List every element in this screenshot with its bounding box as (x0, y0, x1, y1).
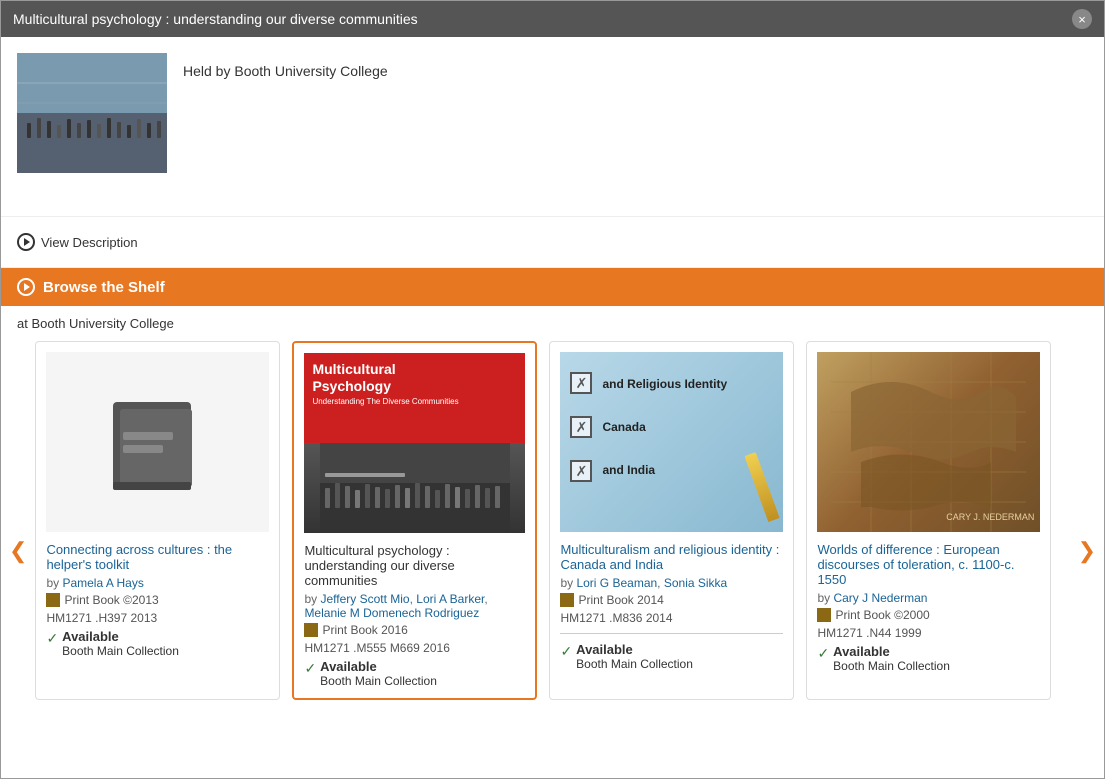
view-description-section: View Description (1, 217, 1104, 268)
held-by-text: Held by Booth University College (183, 63, 388, 79)
modal-container: Multicultural psychology : understanding… (0, 0, 1105, 779)
book-card-3: ✗ ✗ ✗ and Religious IdentityCanadaand In… (549, 341, 794, 700)
book-header-info: Held by Booth University College (183, 53, 388, 200)
format-icon-3 (560, 593, 574, 607)
worlds-cover: CARY J. NEDERMAN (817, 352, 1040, 532)
multicultural-cover: MulticulturalPsychology Understanding Th… (304, 353, 525, 533)
check-icon-3: ✓ (560, 643, 572, 660)
author-link-2-2[interactable]: Lori A Barker (416, 592, 484, 606)
author-line-1: by Pamela A Hays (46, 576, 269, 590)
cover-title-2: MulticulturalPsychology (312, 361, 517, 395)
availability-4: ✓ Available Booth Main Collection (817, 644, 1040, 673)
browse-shelf-bar: Browse the Shelf (1, 268, 1104, 306)
book-cover-main (17, 53, 167, 173)
pencil-shape (745, 452, 780, 522)
book-header: Held by Booth University College (1, 37, 1104, 217)
check-icon-2: ✓ (304, 660, 316, 677)
religious-cover-text: and Religious IdentityCanadaand India (602, 374, 727, 482)
call-number-1: HM1271 .H397 2013 (46, 611, 269, 625)
browse-shelf-icon (17, 278, 35, 296)
books-grid: Connecting across cultures : the helper'… (31, 341, 1073, 700)
cover-crowd-2 (304, 443, 525, 533)
author-line-2: by Jeffery Scott Mio, Lori A Barker, Mel… (304, 592, 525, 620)
checkbox-2: ✗ (570, 416, 592, 438)
book-card-cover-4: CARY J. NEDERMAN (817, 352, 1040, 532)
availability-info-4: Available Booth Main Collection (833, 644, 950, 673)
checkboxes-area: ✗ ✗ ✗ (570, 372, 592, 482)
book-card-cover-3: ✗ ✗ ✗ and Religious IdentityCanadaand In… (560, 352, 783, 532)
browse-shelf-label: Browse the Shelf (43, 279, 165, 296)
collection-text-4: Booth Main Collection (833, 659, 950, 673)
author-line-3: by Lori G Beaman, Sonia Sikka (560, 576, 783, 590)
available-label-1: Available (62, 629, 179, 644)
modal-titlebar: Multicultural psychology : understanding… (1, 1, 1104, 37)
view-description-label: View Description (41, 235, 138, 250)
collection-text-2: Booth Main Collection (320, 674, 437, 688)
collection-text-1: Booth Main Collection (62, 644, 179, 658)
author-link-2-1[interactable]: Jeffery Scott Mio (320, 592, 409, 606)
available-label-4: Available (833, 644, 950, 659)
check-icon-4: ✓ (817, 645, 829, 662)
format-line-2: Print Book 2016 (304, 623, 525, 637)
play-icon (17, 233, 35, 251)
format-line-3: Print Book 2014 (560, 593, 783, 607)
collection-text-3: Booth Main Collection (576, 657, 693, 671)
book-title-link-3[interactable]: Multiculturalism and religious identity … (560, 542, 783, 572)
scroll-left-button[interactable]: ❮ (5, 538, 31, 564)
available-label-2: Available (320, 659, 437, 674)
author-link-1-1[interactable]: Pamela A Hays (62, 576, 143, 590)
author-link-3-1[interactable]: Lori G Beaman (576, 576, 657, 590)
author-link-3-2[interactable]: Sonia Sikka (664, 576, 727, 590)
availability-1: ✓ Available Booth Main Collection (46, 629, 269, 658)
checkbox-3: ✗ (570, 460, 592, 482)
author-line-4: by Cary J Nederman (817, 591, 1040, 605)
main-book-cover-image (17, 53, 167, 173)
book-title-link-4[interactable]: Worlds of difference : European discours… (817, 542, 1040, 587)
book-card-cover-2: MulticulturalPsychology Understanding Th… (304, 353, 525, 533)
divider-3 (560, 633, 783, 634)
worlds-cover-author: CARY J. NEDERMAN (946, 512, 1034, 524)
book-title-static-2: Multicultural psychology : understanding… (304, 543, 525, 588)
format-icon-4 (817, 608, 831, 622)
book-card-1: Connecting across cultures : the helper'… (35, 341, 280, 700)
scroll-right-button[interactable]: ❯ (1074, 538, 1100, 564)
book-icon-placeholder-1 (46, 352, 269, 532)
format-line-4: Print Book ©2000 (817, 608, 1040, 622)
book-card-2: MulticulturalPsychology Understanding Th… (292, 341, 537, 700)
religious-cover: ✗ ✗ ✗ and Religious IdentityCanadaand In… (560, 352, 783, 532)
availability-info-2: Available Booth Main Collection (320, 659, 437, 688)
shelf-scroll-container: ❮ Connecting across cultures : (1, 341, 1104, 700)
author-link-2-3[interactable]: Melanie M Domenech Rodriguez (304, 606, 479, 620)
checkbox-1: ✗ (570, 372, 592, 394)
available-label-3: Available (576, 642, 693, 657)
modal-close-button[interactable]: × (1072, 9, 1092, 29)
call-number-2: HM1271 .M555 M669 2016 (304, 641, 525, 655)
format-text-1: Print Book ©2013 (64, 593, 158, 607)
check-icon-1: ✓ (46, 630, 58, 647)
format-line-1: Print Book ©2013 (46, 593, 269, 607)
format-text-2: Print Book 2016 (322, 623, 407, 637)
availability-3: ✓ Available Booth Main Collection (560, 642, 783, 671)
call-number-4: HM1271 .N44 1999 (817, 626, 1040, 640)
book-title-link-1[interactable]: Connecting across cultures : the helper'… (46, 542, 269, 572)
call-number-3: HM1271 .M836 2014 (560, 611, 783, 625)
availability-2: ✓ Available Booth Main Collection (304, 659, 525, 688)
book-card-cover-1 (46, 352, 269, 532)
format-text-4: Print Book ©2000 (835, 608, 929, 622)
location-text: at Booth University College (1, 306, 1104, 341)
format-icon-1 (46, 593, 60, 607)
availability-info-3: Available Booth Main Collection (576, 642, 693, 671)
book-card-4: CARY J. NEDERMAN Worlds of difference : … (806, 341, 1051, 700)
format-text-3: Print Book 2014 (578, 593, 663, 607)
author-link-4-1[interactable]: Cary J Nederman (833, 591, 927, 605)
availability-info-1: Available Booth Main Collection (62, 629, 179, 658)
modal-title: Multicultural psychology : understanding… (13, 11, 418, 27)
view-description-button[interactable]: View Description (17, 229, 138, 255)
format-icon-2 (304, 623, 318, 637)
cover-subtitle-2: Understanding The Diverse Communities (312, 397, 517, 406)
